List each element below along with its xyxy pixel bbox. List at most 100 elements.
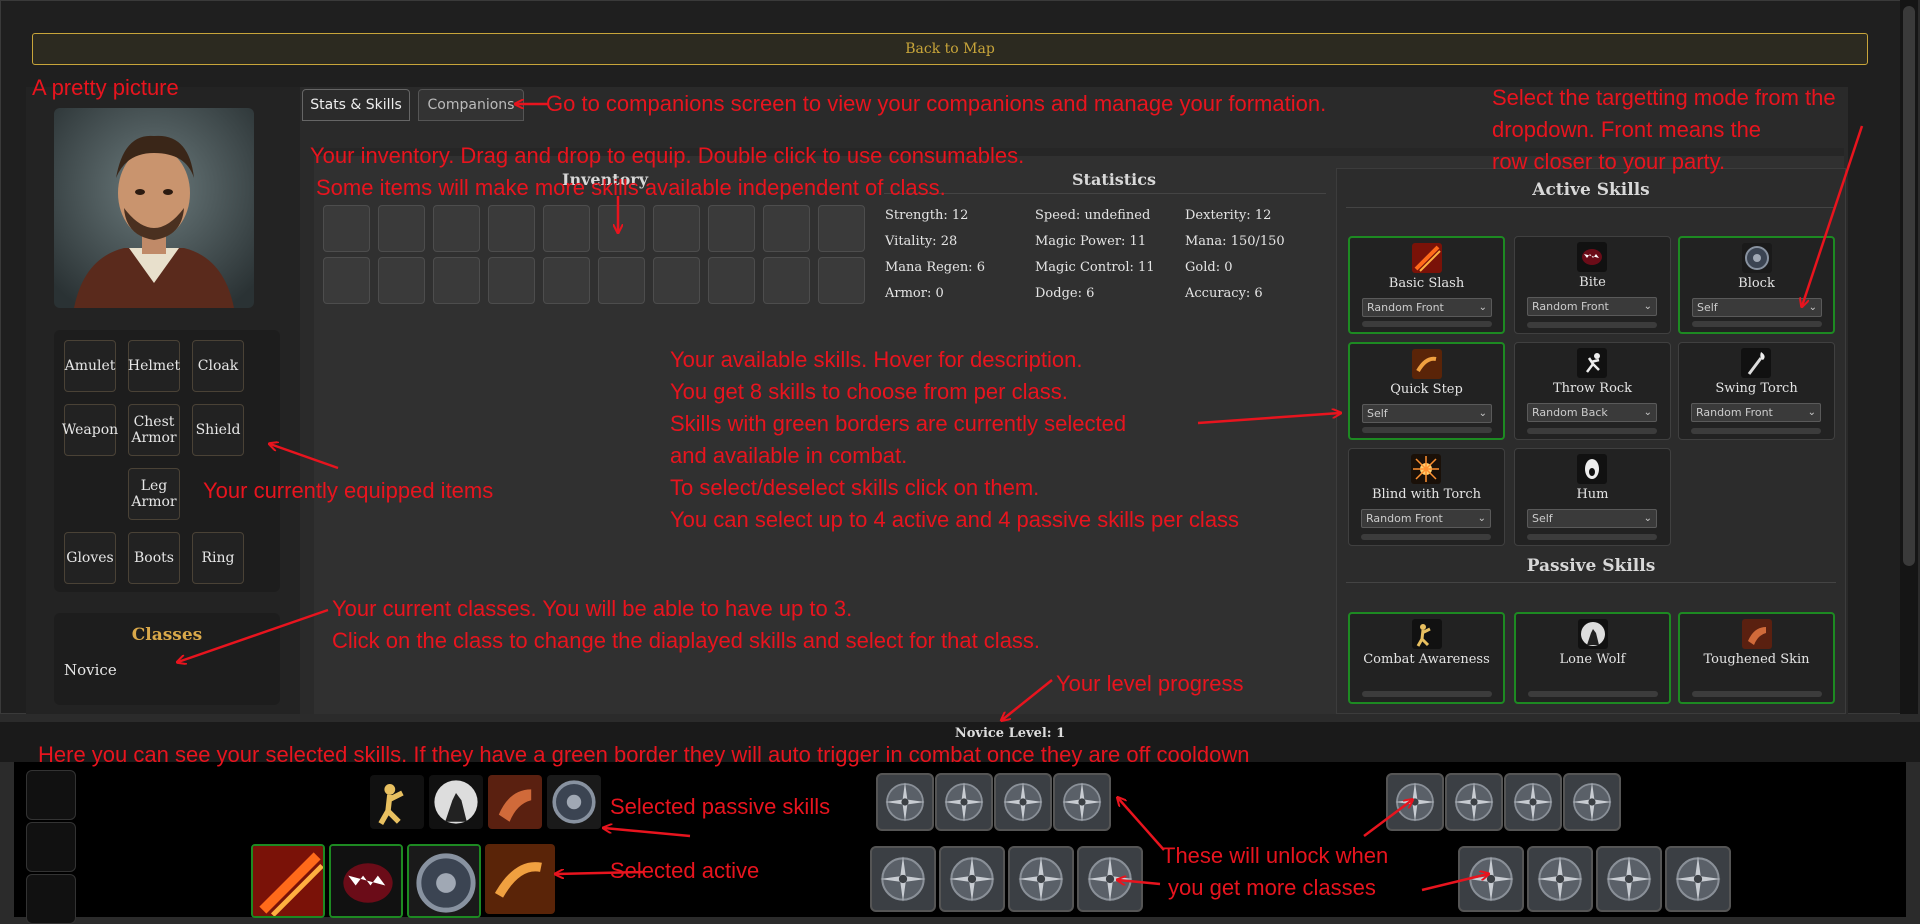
hotbar-bite-icon[interactable] [329,844,403,918]
hotbar-skin-icon[interactable] [488,775,542,829]
skill-card-quick-step[interactable]: Quick Step Self ⌄ [1348,342,1505,440]
skill-cooldown-bar [1527,322,1657,328]
annotation-skills-6: You can select up to 4 active and 4 pass… [670,507,1240,532]
annotation-unlock-2: you get more classes [1168,875,1376,900]
class-item-novice[interactable]: Novice [64,661,117,679]
skill-cooldown-bar [1691,428,1821,434]
hotbar-shield-icon[interactable] [407,844,481,918]
equip-slot-weapon[interactable]: Weapon [62,404,118,456]
annotation-targeting-3: row closer to your party. [1492,149,1726,174]
inventory-slot[interactable] [488,205,535,252]
inventory-slot[interactable] [763,205,810,252]
statistics-title: Statistics [1072,170,1157,189]
chevron-down-icon: ⌄ [1643,513,1652,524]
annotation-skills-4: and available in combat. [670,443,908,468]
skill-card-swing-torch[interactable]: Swing Torch Random Front ⌄ [1678,342,1835,440]
inventory-slot[interactable] [598,257,645,304]
target-mode-value: Random Back [1532,406,1608,419]
inventory-slot[interactable] [653,205,700,252]
character-portrait [54,108,254,308]
stat-vitality: Vitality: 28 [885,234,958,249]
annotation-skills-1: Your available skills. Hover for descrip… [670,347,1083,372]
target-mode-select[interactable]: Random Front ⌄ [1362,298,1492,317]
passive-skills-title: Passive Skills [1526,556,1656,576]
inventory-slot[interactable] [323,257,370,304]
target-mode-value: Self [1532,512,1553,525]
equip-slot-boots[interactable]: Boots [128,532,180,584]
inventory-slot[interactable] [433,205,480,252]
equip-slot-leg-armor[interactable]: Leg Armor [128,468,180,520]
equip-slot-helmet[interactable]: Helmet [128,340,180,392]
inventory-slot[interactable] [488,257,535,304]
inventory-slot[interactable] [653,257,700,304]
hotbar-shield-icon[interactable] [547,775,601,829]
locked-skill-slot [1527,846,1593,912]
lock-compass-icon [949,856,995,902]
annotation-targeting-1: Select the targetting mode from the [1492,85,1836,110]
skill-card-throw-rock[interactable]: Throw Rock Random Back ⌄ [1514,342,1671,440]
passive-card-toughened-skin[interactable]: Toughened Skin [1678,612,1835,704]
annotation-skills-3: Skills with green borders are currently … [670,411,1127,436]
stat-accuracy: Accuracy: 6 [1185,286,1263,301]
skill-card-block[interactable]: Block Self ⌄ [1678,236,1835,334]
locked-skill-slot [876,773,934,831]
lock-compass-icon [1062,782,1102,822]
page-scrollbar[interactable] [1900,0,1918,714]
back-to-map-button[interactable]: Back to Map [32,33,1868,65]
inventory-slot[interactable] [378,257,425,304]
inventory-slot[interactable] [708,205,755,252]
target-mode-select[interactable]: Self ⌄ [1692,298,1822,317]
lock-compass-icon [1003,782,1043,822]
hotbar-combat-awareness-icon[interactable] [370,775,424,829]
target-mode-select[interactable]: Self ⌄ [1527,509,1657,528]
inventory-slot[interactable] [543,257,590,304]
inventory-slot[interactable] [708,257,755,304]
chevron-down-icon: ⌄ [1643,407,1652,418]
target-mode-select[interactable]: Random Back ⌄ [1527,403,1657,422]
skill-cooldown-bar [1362,321,1492,327]
hotbar-side-slot[interactable] [26,770,76,820]
hotbar-step-icon[interactable] [485,844,555,914]
equip-slot-shield[interactable]: Shield [192,404,244,456]
hotbar-slash-icon[interactable] [251,844,325,918]
inventory-slot[interactable] [818,257,865,304]
inventory-slot[interactable] [323,205,370,252]
target-mode-select[interactable]: Self ⌄ [1362,404,1492,423]
skill-name: Block [1738,276,1775,291]
target-mode-select[interactable]: Random Front ⌄ [1527,297,1657,316]
skill-card-blind-with-torch[interactable]: Blind with Torch Random Front ⌄ [1348,448,1505,546]
stat-magic-control: Magic Control: 11 [1035,260,1155,275]
inventory-slot[interactable] [433,257,480,304]
equip-slot-ring[interactable]: Ring [192,532,244,584]
inventory-slot[interactable] [818,205,865,252]
passive-card-lone-wolf[interactable]: Lone Wolf [1514,612,1671,704]
locked-skill-slot [1008,846,1074,912]
passive-card-combat-awareness[interactable]: Combat Awareness [1348,612,1505,704]
inventory-slot[interactable] [543,205,590,252]
skill-card-basic-slash[interactable]: Basic Slash Random Front ⌄ [1348,236,1505,334]
equip-slot-chest-armor[interactable]: Chest Armor [128,404,180,456]
inventory-slot[interactable] [598,205,645,252]
skill-card-hum[interactable]: Hum Self ⌄ [1514,448,1671,546]
tab-stats-skills[interactable]: Stats & Skills [302,89,410,121]
tab-companions[interactable]: Companions [418,89,524,121]
skill-name: Basic Slash [1388,276,1465,291]
equip-slot-amulet[interactable]: Amulet [64,340,116,392]
skill-card-bite[interactable]: Bite Random Front ⌄ [1514,236,1671,334]
inventory-slot[interactable] [378,205,425,252]
hotbar-side-slot[interactable] [26,822,76,872]
chevron-down-icon: ⌄ [1477,513,1486,524]
lock-compass-icon [1087,856,1133,902]
equip-slot-cloak[interactable]: Cloak [192,340,244,392]
skill-name: Hum [1576,487,1609,502]
scrollbar-thumb[interactable] [1903,6,1915,566]
target-mode-select[interactable]: Random Front ⌄ [1361,509,1491,528]
lock-compass-icon [944,782,984,822]
hotbar-wolf-icon[interactable] [429,775,483,829]
skill-cooldown-bar [1527,428,1657,434]
target-mode-select[interactable]: Random Front ⌄ [1691,403,1821,422]
inventory-slot[interactable] [763,257,810,304]
locked-skill-slot [870,846,936,912]
equip-slot-gloves[interactable]: Gloves [64,532,116,584]
locked-skill-slot [994,773,1052,831]
